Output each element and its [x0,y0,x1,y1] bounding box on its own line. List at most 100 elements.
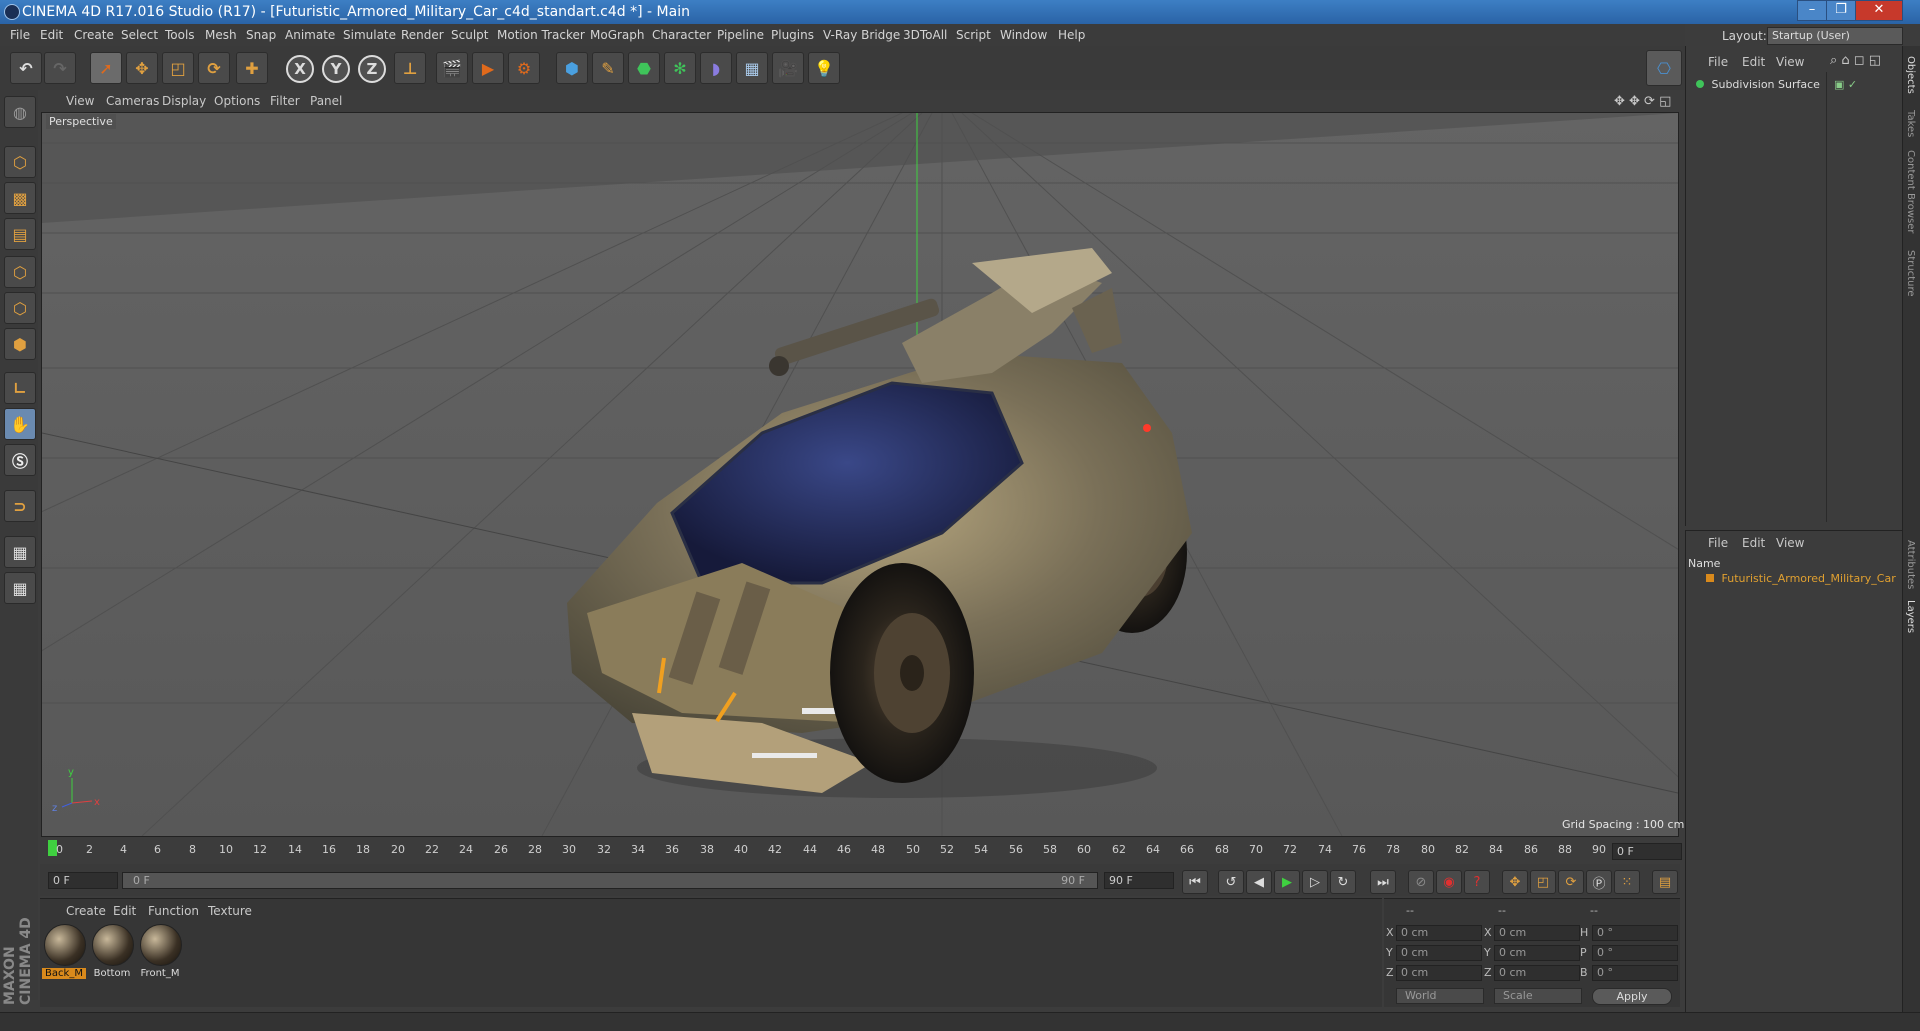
menu-mograph[interactable]: MoGraph [590,28,645,42]
menu-help[interactable]: Help [1058,28,1085,42]
frame-range-slider[interactable]: 0 F 90 F [122,872,1098,889]
tweak-mode-icon[interactable]: ✋ [4,408,36,440]
redo-icon[interactable]: ↷ [44,52,76,84]
move-icon[interactable]: ✥ [126,52,158,84]
undo-icon[interactable]: ↶ [10,52,42,84]
key-position-icon[interactable]: ✥ [1502,870,1528,894]
menu-sculpt[interactable]: Sculpt [451,28,488,42]
axis-mode-icon[interactable]: ∟ [4,372,36,404]
snap-icon[interactable]: Ⓢ [4,444,36,476]
light-icon[interactable]: 💡 [808,52,840,84]
size-y-field[interactable]: 0 cm [1494,945,1580,961]
viewport-menu-cameras[interactable]: Cameras [106,94,159,108]
material-menu-edit[interactable]: Edit [113,904,136,918]
key-rotation-icon[interactable]: ⟳ [1558,870,1584,894]
layout-select[interactable]: Startup (User) [1767,27,1903,45]
lock-workplane-icon[interactable]: ▦ [4,536,36,568]
key-scale-icon[interactable]: ◰ [1530,870,1556,894]
menu-file[interactable]: File [10,28,30,42]
viewport-menu-options[interactable]: Options [214,94,260,108]
objects-menu-edit[interactable]: Edit [1742,55,1765,69]
object-row-subdivision-surface[interactable]: Subdivision Surface ▣ ✓ [1688,78,1898,94]
menu-plugins[interactable]: Plugins [771,28,814,42]
deformer-icon[interactable]: ◗ [700,52,732,84]
object-visibility-check-icon[interactable]: ▣ ✓ [1834,78,1857,91]
menu-motion-tracker[interactable]: Motion Tracker [497,28,585,42]
tab-layers[interactable]: Layers [1905,600,1916,633]
menu-snap[interactable]: Snap [246,28,276,42]
material-menu-texture[interactable]: Texture [208,904,252,918]
material-swatch[interactable]: Back_M [42,922,86,979]
transform-icon[interactable]: ✚ [236,52,268,84]
timeline-window-icon[interactable]: ▤ [1652,870,1678,894]
position-y-field[interactable]: 0 cm [1396,945,1482,961]
current-frame-field[interactable]: 0 F [1612,843,1682,860]
end-frame-field[interactable]: 90 F [1104,872,1174,889]
menu-window[interactable]: Window [1000,28,1047,42]
layers-menu-edit[interactable]: Edit [1742,536,1765,550]
menu-render[interactable]: Render [401,28,444,42]
next-frame-icon[interactable]: ▷ [1302,870,1328,894]
menu-character[interactable]: Character [652,28,711,42]
viewport-menu-panel[interactable]: Panel [310,94,342,108]
position-x-field[interactable]: 0 cm [1396,925,1482,941]
menu-pipeline[interactable]: Pipeline [717,28,764,42]
go-to-start-icon[interactable]: ⏮ [1182,870,1208,894]
tab-structure[interactable]: Structure [1905,250,1916,297]
autokey-icon[interactable]: ⊘ [1408,870,1434,894]
objects-menu-view[interactable]: View [1776,55,1804,69]
workplane-icon[interactable]: ▤ [4,218,36,250]
3d-viewport[interactable]: y x z [41,112,1679,837]
rotation-p-field[interactable]: 0 ° [1592,945,1678,961]
subdivision-surface-icon[interactable]: ⬣ [628,52,660,84]
model-mode-icon[interactable]: ◍ [4,96,36,128]
viewport-menu-display[interactable]: Display [162,94,206,108]
rotation-h-field[interactable]: 0 ° [1592,925,1678,941]
objects-search-icon[interactable]: ⌕ ⌂ ◻ ◱ [1830,53,1881,68]
tab-content-browser[interactable]: Content Browser [1905,150,1916,233]
cube-primitive-icon[interactable]: ⬢ [556,52,588,84]
viewport-navigation-icon[interactable]: ✥ ✥ ⟳ ◱ [1614,94,1671,109]
play-icon[interactable]: ▶ [1274,870,1300,894]
layers-menu-file[interactable]: File [1708,536,1728,550]
floor-icon[interactable]: ▦ [736,52,768,84]
minimize-button[interactable]: – [1797,0,1827,21]
python-icon[interactable]: ⎔ [1646,50,1682,86]
menu-tools[interactable]: Tools [165,28,195,42]
go-to-end-icon[interactable]: ⏭ [1370,870,1396,894]
menu-simulate[interactable]: Simulate [343,28,396,42]
viewport-menu-filter[interactable]: Filter [270,94,300,108]
points-mode-icon[interactable]: ⬡ [4,256,36,288]
tab-takes[interactable]: Takes [1905,110,1916,137]
select-cursor-icon[interactable]: ➚ [90,52,122,84]
axis-y-toggle[interactable]: Y [322,55,350,83]
auto-keying-icon[interactable]: ? [1464,870,1490,894]
object-mode-icon[interactable]: ⬡ [4,146,36,178]
camera-icon[interactable]: 🎥 [772,52,804,84]
key-parameter-icon[interactable]: Ⓟ [1586,870,1612,894]
record-keys-icon[interactable]: ◉ [1436,870,1462,894]
render-view-icon[interactable]: 🎬 [436,52,468,84]
size-x-field[interactable]: 0 cm [1494,925,1580,941]
material-menu-function[interactable]: Function [148,904,199,918]
texture-mode-icon[interactable]: ▩ [4,182,36,214]
viewport-menu-view[interactable]: View [66,94,94,108]
polygons-mode-icon[interactable]: ⬢ [4,328,36,360]
material-menu-create[interactable]: Create [66,904,106,918]
previous-key-icon[interactable]: ↺ [1218,870,1244,894]
render-settings-icon[interactable]: ⚙ [508,52,540,84]
menu-edit[interactable]: Edit [40,28,63,42]
material-swatch[interactable]: Bottom [90,922,134,979]
magnet-icon[interactable]: ⊃ [4,490,36,522]
rotate-icon[interactable]: ⟳ [198,52,230,84]
menu-3dtoall[interactable]: 3DToAll [903,28,947,42]
maximize-button[interactable]: ❐ [1826,0,1856,21]
menu-animate[interactable]: Animate [285,28,335,42]
size-z-field[interactable]: 0 cm [1494,965,1580,981]
close-button[interactable]: ✕ [1855,0,1903,21]
coordinate-system-icon[interactable]: ⊥ [394,52,426,84]
axis-x-toggle[interactable]: X [286,55,314,83]
start-frame-field[interactable]: 0 F [48,872,118,889]
menu-create[interactable]: Create [74,28,114,42]
previous-frame-icon[interactable]: ◀ [1246,870,1272,894]
